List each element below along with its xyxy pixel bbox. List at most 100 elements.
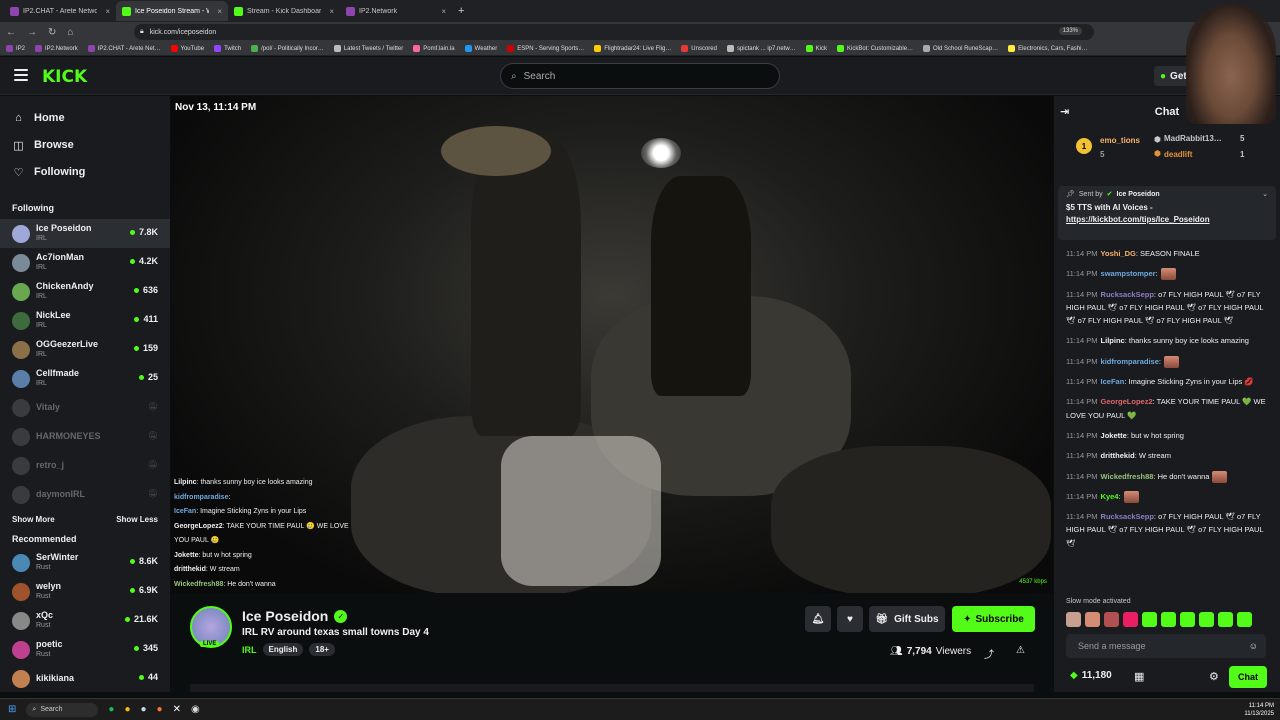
- new-tab-button[interactable]: +: [458, 5, 464, 17]
- tab-close-icon[interactable]: ×: [217, 7, 222, 16]
- bookmark-item[interactable]: Old School RuneScap…: [923, 45, 998, 52]
- channel-item[interactable]: Ice Poseidon IRL 7.8K: [0, 219, 170, 248]
- bookmark-item[interactable]: YouTube: [170, 45, 204, 52]
- tab-close-icon[interactable]: ×: [105, 7, 110, 16]
- obs-icon[interactable]: ◉: [191, 704, 200, 715]
- windows-start-icon[interactable]: ⊞: [8, 704, 16, 715]
- share-icon[interactable]: ⤴: [984, 646, 994, 661]
- tab-close-icon[interactable]: ×: [441, 7, 446, 16]
- bookmark-item[interactable]: spictank ... ip7.netw…: [726, 45, 796, 52]
- gift-box-icon[interactable]: ▦: [1134, 670, 1144, 683]
- channel-item[interactable]: OGGeezerLive IRL 159: [0, 335, 170, 364]
- url-input[interactable]: 🔒︎ kick.com/iceposeidon 133%: [134, 24, 1094, 40]
- emoji-icon[interactable]: ☺: [1249, 641, 1258, 651]
- bookmark-item[interactable]: Twitch: [214, 45, 241, 52]
- bookmark-item[interactable]: Kick: [805, 45, 827, 52]
- message-user[interactable]: Lilpinc: [1101, 336, 1125, 345]
- tab-close-icon[interactable]: ×: [329, 7, 334, 16]
- send-chat-button[interactable]: Chat: [1229, 666, 1267, 688]
- channel-points[interactable]: ◆ 11,180: [1070, 670, 1112, 681]
- bookmark-item[interactable]: ESPN - Serving Sports…: [507, 45, 584, 52]
- offline-channel-item[interactable]: retro_j 🔕︎: [0, 451, 170, 480]
- offline-channel-item[interactable]: daymonIRL 🔕︎: [0, 480, 170, 509]
- pinned-link[interactable]: https://kickbot.com/tips/Ice_Poseidon: [1066, 215, 1210, 224]
- pinned-author[interactable]: Ice Poseidon: [1117, 191, 1160, 198]
- bookmark-item[interactable]: Weather: [464, 45, 497, 52]
- offline-channel-item[interactable]: Vitaly 🔕︎: [0, 393, 170, 422]
- bookmark-item[interactable]: IP2: [6, 45, 25, 52]
- message-user[interactable]: dritthekid: [1101, 451, 1135, 460]
- tag-age[interactable]: 18+: [309, 643, 335, 656]
- browser-tab[interactable]: Stream - Kick Dashboard ×: [228, 1, 340, 21]
- home-button-icon[interactable]: ⌂: [67, 27, 73, 38]
- message-user[interactable]: Kye4: [1101, 492, 1119, 501]
- leader-user-3[interactable]: deadlift: [1164, 150, 1192, 159]
- message-user[interactable]: swampstomper: [1101, 269, 1156, 278]
- kick-logo[interactable]: KICK: [42, 67, 87, 87]
- message-user[interactable]: Wickedfresh88: [1101, 472, 1154, 481]
- quick-emote-icon[interactable]: [1180, 612, 1195, 627]
- quick-emote-icon[interactable]: [1218, 612, 1233, 627]
- tag-language[interactable]: English: [262, 643, 304, 656]
- leader-user-2[interactable]: MadRabbit13…: [1164, 134, 1222, 143]
- firefox-icon[interactable]: ●: [157, 704, 163, 715]
- back-icon[interactable]: ←: [6, 27, 16, 38]
- chat-message[interactable]: 11:14 PM Yoshi_DG: SEASON FINALE: [1066, 247, 1272, 260]
- unpin-icon[interactable]: ⌄: [1262, 190, 1268, 198]
- bookmark-item[interactable]: /pol/ - Politically Incor…: [251, 45, 324, 52]
- channel-item[interactable]: Ac7ionMan IRL 4.2K: [0, 248, 170, 277]
- channel-item[interactable]: welyn Rust 6.9K: [0, 577, 170, 606]
- search-input[interactable]: ⌕ Search: [500, 63, 780, 89]
- bookmark-item[interactable]: KickBot: Customizable…: [837, 45, 913, 52]
- message-user[interactable]: kidfromparadise: [1101, 357, 1159, 366]
- show-more-button[interactable]: Show More: [12, 515, 55, 524]
- bookmark-item[interactable]: Flightradar24: Live Flig…: [594, 45, 671, 52]
- chat-input[interactable]: Send a message ☺: [1066, 634, 1266, 658]
- chat-message[interactable]: 11:14 PM Jokette: but w hot spring: [1066, 429, 1272, 442]
- reload-icon[interactable]: ↻: [48, 27, 56, 38]
- message-user[interactable]: RucksackSepp: [1101, 290, 1154, 299]
- chat-message[interactable]: 11:14 PM kidfromparadise:: [1066, 355, 1272, 368]
- report-icon[interactable]: ⚠: [1016, 645, 1025, 656]
- sidebar-nav-following[interactable]: ♡ Following: [0, 159, 170, 185]
- menu-icon[interactable]: [14, 69, 28, 81]
- notify-button[interactable]: 🔔︎: [805, 606, 831, 632]
- bookmark-item[interactable]: IP2.Network: [35, 45, 78, 52]
- bookmark-item[interactable]: Unscored: [681, 45, 717, 52]
- quick-emote-icon[interactable]: [1161, 612, 1176, 627]
- message-user[interactable]: IceFan: [1101, 377, 1125, 386]
- channel-item[interactable]: ChickenAndy IRL 636: [0, 277, 170, 306]
- bookmark-item[interactable]: IP2.CHAT - Arete Net…: [87, 45, 161, 52]
- chat-message[interactable]: 11:14 PM RucksackSepp: o7 FLY HIGH PAUL 🕊…: [1066, 510, 1272, 550]
- quick-emote-icon[interactable]: [1123, 612, 1138, 627]
- sidebar-nav-home[interactable]: ⌂ Home: [0, 105, 170, 131]
- category-link[interactable]: IRL: [242, 645, 257, 655]
- chat-message[interactable]: 11:14 PM Wickedfresh88: He don't wanna: [1066, 470, 1272, 483]
- leader-user-1[interactable]: emo_tions: [1100, 136, 1140, 145]
- message-user[interactable]: GeorgeLopez2: [1101, 397, 1153, 406]
- taskbar-search[interactable]: ⌕ Search: [26, 702, 99, 717]
- chat-message[interactable]: 11:14 PM IceFan: Imagine Sticking Zyns in…: [1066, 375, 1272, 388]
- quick-emote-icon[interactable]: [1199, 612, 1214, 627]
- capcut-icon[interactable]: ✕: [173, 704, 181, 715]
- message-user[interactable]: RucksackSepp: [1101, 512, 1154, 521]
- quick-emote-icon[interactable]: [1085, 612, 1100, 627]
- video-player[interactable]: Nov 13, 11:14 PM Lilpinc: thanks sunny b…: [171, 96, 1053, 593]
- bookmark-item[interactable]: Latest Tweets / Twitter: [333, 45, 403, 52]
- quick-emote-icon[interactable]: [1237, 612, 1252, 627]
- offline-channel-item[interactable]: HARMONEYES 🔕︎: [0, 422, 170, 451]
- quick-emote-icon[interactable]: [1142, 612, 1157, 627]
- sidebar-nav-browse[interactable]: ◫ Browse: [0, 132, 170, 158]
- chat-message[interactable]: 11:14 PM Kye4:: [1066, 490, 1272, 503]
- show-less-button[interactable]: Show Less: [116, 515, 158, 524]
- chat-message[interactable]: 11:14 PM RucksackSepp: o7 FLY HIGH PAUL 🕊…: [1066, 288, 1272, 328]
- channel-item[interactable]: xQc Rust 21.6K: [0, 606, 170, 635]
- forward-icon[interactable]: →: [27, 27, 37, 38]
- chat-message[interactable]: 11:14 PM dritthekid: W stream: [1066, 449, 1272, 462]
- channel-item[interactable]: NickLee IRL 411: [0, 306, 170, 335]
- zoom-level[interactable]: 133%: [1058, 27, 1082, 35]
- steam-icon[interactable]: ●: [140, 704, 146, 715]
- streamer-name[interactable]: Ice Poseidon: [242, 608, 328, 624]
- chat-message[interactable]: 11:14 PM GeorgeLopez2: TAKE YOUR TIME PAU…: [1066, 395, 1272, 422]
- chat-message[interactable]: 11:14 PM Lilpinc: thanks sunny boy ice lo…: [1066, 334, 1272, 347]
